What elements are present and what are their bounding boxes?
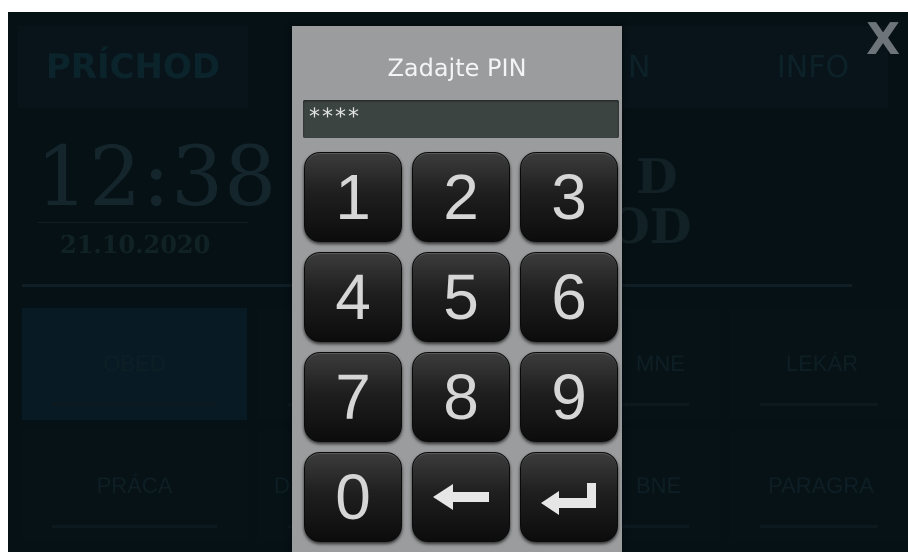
key-0[interactable]: 0 [304,452,402,542]
pin-dialog: Zadajte PIN **** 1 2 3 4 5 6 7 8 9 0 [292,26,622,552]
key-2-label: 2 [443,161,479,233]
backspace-button[interactable] [412,452,510,542]
key-9-label: 9 [551,361,587,433]
key-4[interactable]: 4 [304,252,402,342]
key-3-label: 3 [551,161,587,233]
arrow-left-icon [431,482,491,512]
terminal-screen: PRÍCHOD N INFO 12:38 21.10.2020 D OD OBE… [8,12,908,552]
key-6[interactable]: 6 [520,252,618,342]
key-6-label: 6 [551,261,587,333]
key-8[interactable]: 8 [412,352,510,442]
key-5-label: 5 [443,261,479,333]
key-1-label: 1 [335,161,371,233]
key-4-label: 4 [335,261,371,333]
pin-dialog-title: Zadajte PIN [387,54,527,82]
enter-return-icon [539,479,599,515]
key-1[interactable]: 1 [304,152,402,242]
key-7[interactable]: 7 [304,352,402,442]
key-5[interactable]: 5 [412,252,510,342]
key-9[interactable]: 9 [520,352,618,442]
key-7-label: 7 [335,361,371,433]
enter-button[interactable] [520,452,618,542]
key-0-label: 0 [335,461,371,533]
key-2[interactable]: 2 [412,152,510,242]
close-icon[interactable]: X [866,18,900,62]
key-3[interactable]: 3 [520,152,618,242]
key-8-label: 8 [443,361,479,433]
pin-input[interactable]: **** [303,100,619,138]
